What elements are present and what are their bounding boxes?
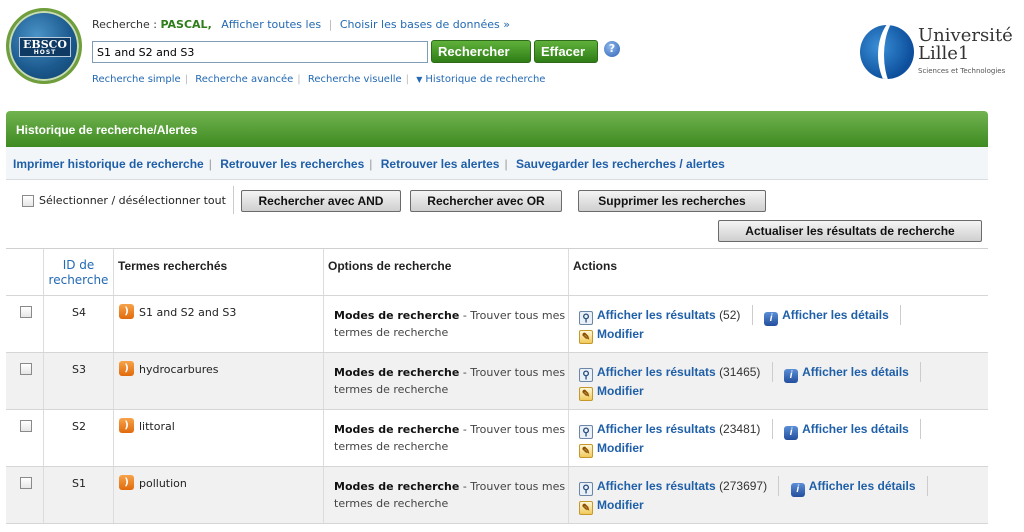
edit-search-link[interactable]: Modifier [597, 498, 644, 512]
selected-database: PASCAL, [160, 18, 212, 31]
pencil-edit-icon: ✎ [579, 501, 593, 515]
search-options: Modes de recherche - Trouver tous mes te… [334, 423, 566, 453]
table-row: S1 ) pollution Modes de recherche - Trou… [6, 467, 988, 524]
magnifier-icon: ⚲ [579, 311, 593, 325]
result-count: (31465) [719, 365, 761, 379]
rss-feed-icon[interactable]: ) [119, 361, 134, 376]
help-icon[interactable]: ? [604, 41, 620, 57]
university-globe-icon [860, 25, 914, 79]
ebsco-host-logo: EBSCO HOST [6, 8, 82, 84]
search-terms: pollution [139, 477, 187, 490]
search-terms: littoral [139, 420, 175, 433]
rss-feed-icon[interactable]: ) [119, 475, 134, 490]
university-subtitle: Sciences et Technologies [918, 67, 1006, 75]
search-options: Modes de recherche - Trouver tous mes te… [334, 366, 566, 396]
nav-advanced-search[interactable]: Recherche avancée [195, 74, 293, 85]
history-toolbar: Sélectionner / désélectionner tout Reche… [6, 180, 988, 249]
search-label: Recherche : [92, 18, 157, 31]
column-header-actions: Actions [568, 249, 988, 295]
nav-search-history[interactable]: Historique de recherche [425, 74, 545, 85]
search-terms: hydrocarbures [139, 363, 219, 376]
show-results-link[interactable]: Afficher les résultats [597, 479, 716, 493]
rss-feed-icon[interactable]: ) [119, 304, 134, 319]
show-results-link[interactable]: Afficher les résultats [597, 365, 716, 379]
search-button[interactable]: Rechercher [431, 40, 531, 63]
retrieve-searches-link[interactable]: Retrouver les recherches [220, 157, 364, 171]
retrieve-alerts-link[interactable]: Retrouver les alertes [381, 157, 500, 171]
pencil-edit-icon: ✎ [579, 387, 593, 401]
print-history-link[interactable]: Imprimer historique de recherche [13, 157, 204, 171]
result-count: (23481) [719, 422, 761, 436]
university-logo: Université Lille1 Sciences et Technologi… [860, 25, 1020, 85]
edit-search-link[interactable]: Modifier [597, 327, 644, 341]
table-row: S3 ) hydrocarbures Modes de recherche - … [6, 353, 988, 410]
show-all-databases-link[interactable]: Afficher toutes les [221, 18, 321, 31]
nav-basic-search[interactable]: Recherche simple [92, 74, 181, 85]
select-all-checkbox[interactable] [22, 195, 34, 207]
edit-search-link[interactable]: Modifier [597, 441, 644, 455]
search-id: S2 [72, 420, 86, 433]
show-details-link[interactable]: Afficher les détails [802, 422, 909, 436]
pencil-edit-icon: ✎ [579, 330, 593, 344]
delete-searches-button[interactable]: Supprimer les recherches [578, 190, 766, 212]
edit-search-link[interactable]: Modifier [597, 384, 644, 398]
search-options: Modes de recherche - Trouver tous mes te… [334, 480, 566, 510]
show-results-link[interactable]: Afficher les résultats [597, 308, 716, 322]
panel-title: Historique de recherche/Alertes [6, 111, 988, 147]
magnifier-icon: ⚲ [579, 425, 593, 439]
result-count: (52) [719, 308, 741, 322]
info-icon: i [784, 426, 799, 440]
table-header-row: ID de recherche Termes recherchés Option… [6, 249, 988, 296]
show-details-link[interactable]: Afficher les détails [782, 308, 889, 322]
info-icon: i [784, 369, 799, 383]
select-all-label[interactable]: Sélectionner / désélectionner tout [39, 194, 226, 207]
save-searches-alerts-link[interactable]: Sauvegarder les recherches / alertes [516, 157, 725, 171]
column-header-terms: Termes recherchés [113, 249, 323, 295]
search-id: S4 [72, 306, 86, 319]
search-id: S1 [72, 477, 86, 490]
row-checkbox[interactable] [20, 477, 32, 489]
magnifier-icon: ⚲ [579, 368, 593, 382]
database-selector-bar: Recherche : PASCAL, Afficher toutes les … [92, 18, 510, 31]
info-icon: i [764, 312, 779, 326]
search-mode-nav: Recherche simple | Recherche avancée | Rec… [92, 74, 546, 85]
show-results-link[interactable]: Afficher les résultats [597, 422, 716, 436]
search-options: Modes de recherche - Trouver tous mes te… [334, 309, 566, 339]
clear-button[interactable]: Effacer [534, 40, 598, 63]
show-details-link[interactable]: Afficher les détails [802, 365, 909, 379]
search-input[interactable] [92, 41, 428, 63]
search-with-or-button[interactable]: Rechercher avec OR [410, 190, 562, 212]
pencil-edit-icon: ✎ [579, 444, 593, 458]
choose-databases-link[interactable]: Choisir les bases de données » [340, 18, 510, 31]
rss-feed-icon[interactable]: ) [119, 418, 134, 433]
column-header-id[interactable]: ID de recherche [43, 249, 113, 295]
history-actions-bar: Imprimer historique de recherche | Retrou… [6, 147, 988, 180]
search-terms: S1 and S2 and S3 [139, 306, 237, 319]
table-row: S4 ) S1 and S2 and S3 Modes de recherche… [6, 296, 988, 353]
show-details-link[interactable]: Afficher les détails [809, 479, 916, 493]
row-checkbox[interactable] [20, 363, 32, 375]
chevron-down-icon[interactable]: ▼ [416, 75, 422, 84]
table-row: S2 ) littoral Modes de recherche - Trouv… [6, 410, 988, 467]
info-icon: i [790, 483, 805, 497]
column-header-options: Options de recherche [323, 249, 568, 295]
row-checkbox[interactable] [20, 306, 32, 318]
magnifier-icon: ⚲ [579, 482, 593, 496]
row-checkbox[interactable] [20, 420, 32, 432]
result-count: (273697) [719, 479, 768, 493]
search-id: S3 [72, 363, 86, 376]
refresh-results-button[interactable]: Actualiser les résultats de recherche [718, 220, 982, 242]
nav-visual-search[interactable]: Recherche visuelle [308, 74, 402, 85]
university-name-line2: Lille1 [918, 43, 970, 64]
search-with-and-button[interactable]: Rechercher avec AND [241, 190, 401, 212]
